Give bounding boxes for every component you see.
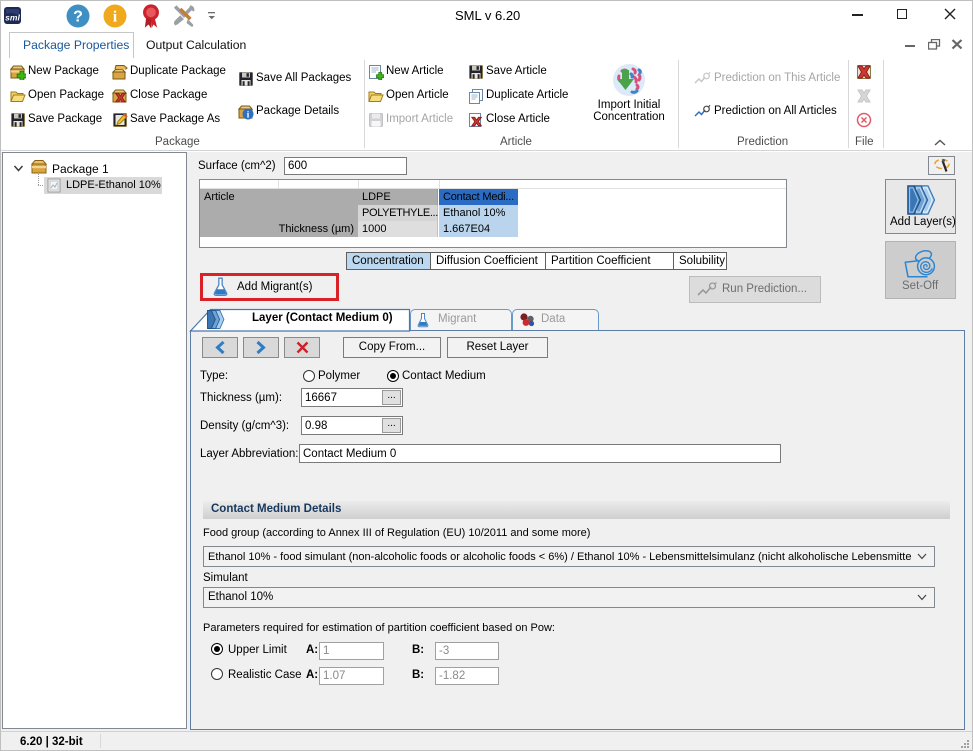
svg-text:i: i — [113, 9, 118, 26]
svg-text:sml: sml — [5, 13, 20, 23]
svg-text:?: ? — [73, 9, 83, 26]
